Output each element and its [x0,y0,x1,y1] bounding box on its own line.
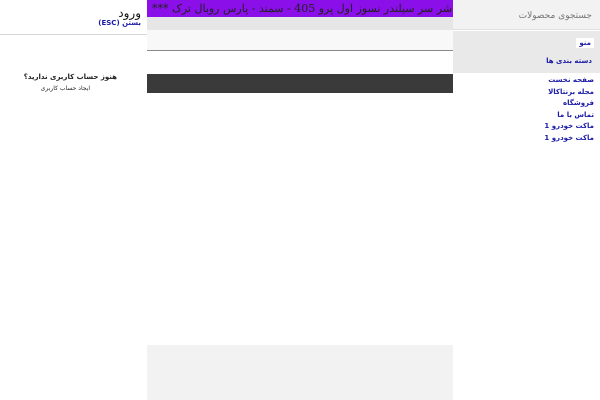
dark-nav-bar [147,74,453,93]
tab-categories[interactable]: دسته بندی ها [546,57,592,65]
login-panel: ورود بستن (ESC) هنوز حساب کاربری ندارید؟… [0,0,147,100]
page-content [147,0,453,400]
mobile-menu-header: منو دسته بندی ها [453,31,600,73]
sidebar-item-car-model-1[interactable]: ماکت خودرو 1 [544,121,594,133]
sidebar-item-home[interactable]: صفحه نخست [544,75,594,87]
search-input[interactable] [462,9,592,23]
marquee-text: *** فروش عمده واشر سر سیلندر نسوز اول پر… [152,2,453,15]
sidebar-item-magazine[interactable]: مجله برنتاکالا [544,87,594,99]
tab-menu[interactable]: منو [576,38,594,48]
no-account-text: هنوز حساب کاربری ندارید؟ [23,73,117,81]
sidebar-item-contact[interactable]: تماس با ما [544,110,594,122]
close-button[interactable]: بستن (ESC) [98,19,141,27]
announcement-marquee[interactable]: *** فروش عمده واشر سر سیلندر نسوز اول پر… [147,0,453,17]
login-title: ورود [118,6,141,20]
sidebar-item-shop[interactable]: فروشگاه [544,98,594,110]
header-band [147,17,453,30]
header-strip [147,30,453,51]
divider [0,34,147,35]
sidebar-nav: صفحه نخست مجله برنتاکالا فروشگاه تماس با… [544,75,594,145]
sidebar-item-car-model-2[interactable]: ماکت خودرو 1 [544,133,594,145]
create-account-link[interactable]: ایجاد حساب کاربری [41,85,90,92]
search-box [453,0,600,30]
footer-area [147,345,453,400]
